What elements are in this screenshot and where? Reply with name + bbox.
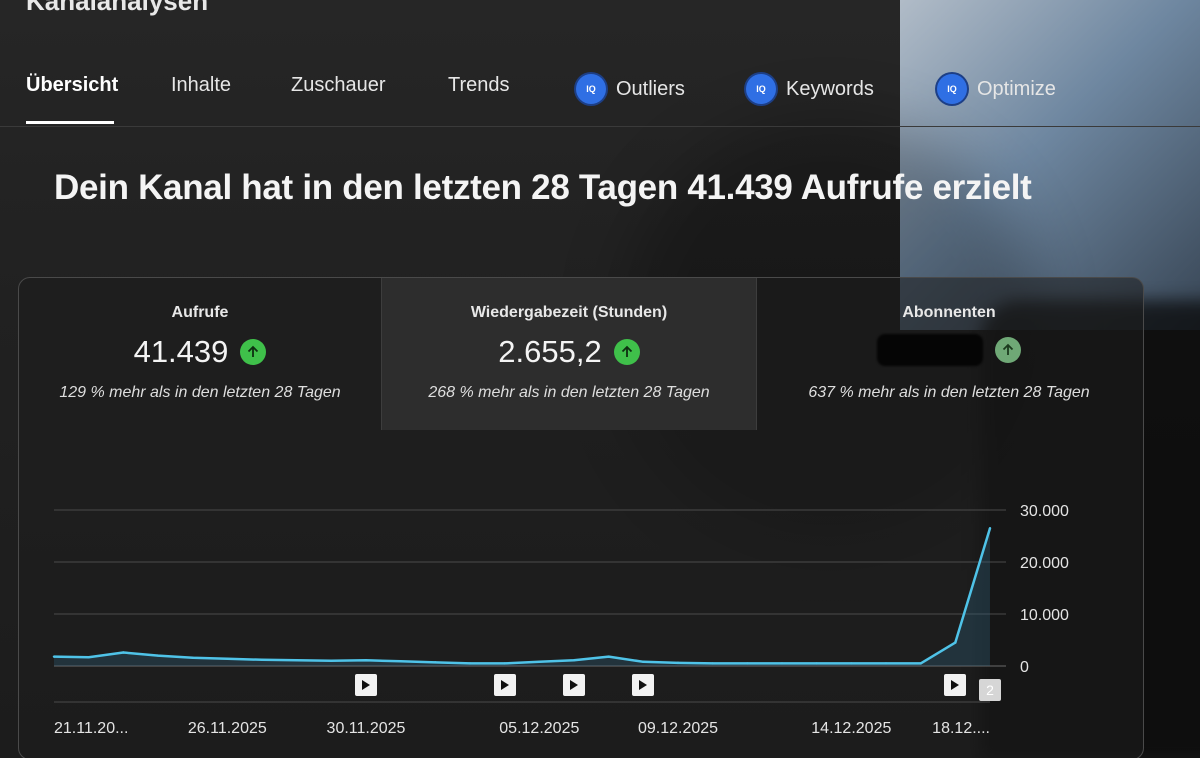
series-line <box>53 527 992 665</box>
data-point <box>954 641 957 644</box>
y-tick-label: 0 <box>1020 659 1029 676</box>
data-point <box>815 662 818 665</box>
y-tick-label: 30.000 <box>1020 503 1069 520</box>
x-tick-label: 26.11.2025 <box>188 720 267 737</box>
data-point <box>850 662 853 665</box>
data-point <box>434 661 437 664</box>
series-area <box>54 528 990 666</box>
data-point <box>87 655 90 659</box>
x-tick-label: 18.12.... <box>932 720 990 737</box>
data-point <box>330 659 333 662</box>
data-point <box>884 662 888 665</box>
data-point <box>711 662 714 665</box>
video-marker-play-icon[interactable] <box>355 674 377 696</box>
data-point <box>780 662 784 665</box>
x-tick-label: 21.11.20... <box>54 720 128 737</box>
data-point <box>572 659 576 662</box>
x-tick-label: 05.12.2025 <box>499 720 579 737</box>
data-point <box>988 527 992 530</box>
views-chart[interactable]: 30.000 20.000 10.000 0 21.11.20... 26.11.2025… <box>0 0 1200 758</box>
data-point <box>364 659 368 662</box>
marker-count-badge[interactable]: 2 <box>979 679 1001 701</box>
data-point <box>919 662 922 665</box>
data-point <box>295 659 298 662</box>
data-point <box>156 654 160 657</box>
data-point <box>52 655 56 658</box>
data-point <box>642 660 645 664</box>
data-point <box>122 651 125 654</box>
data-point <box>503 662 506 665</box>
video-marker-play-icon[interactable] <box>493 674 516 696</box>
video-marker-play-icon[interactable] <box>632 674 655 696</box>
y-tick-label: 20.000 <box>1020 555 1069 572</box>
data-point <box>399 660 402 663</box>
data-point <box>676 661 680 665</box>
y-tick-label: 10.000 <box>1020 607 1069 624</box>
data-point <box>226 657 229 660</box>
analytics-page: Kanalanalysen Übersicht Inhalte Zuschaue… <box>0 0 1200 758</box>
x-tick-label: 30.11.2025 <box>327 720 406 737</box>
data-point <box>607 655 610 658</box>
x-tick-label: 09.12.2025 <box>638 720 718 737</box>
data-point <box>191 656 194 659</box>
data-point <box>746 662 749 665</box>
data-point <box>468 662 472 665</box>
video-marker-play-icon[interactable] <box>944 674 967 696</box>
data-point <box>260 658 264 661</box>
data-point <box>538 660 541 664</box>
video-marker-play-icon[interactable] <box>563 674 585 696</box>
x-tick-label: 14.12.2025 <box>811 720 891 737</box>
